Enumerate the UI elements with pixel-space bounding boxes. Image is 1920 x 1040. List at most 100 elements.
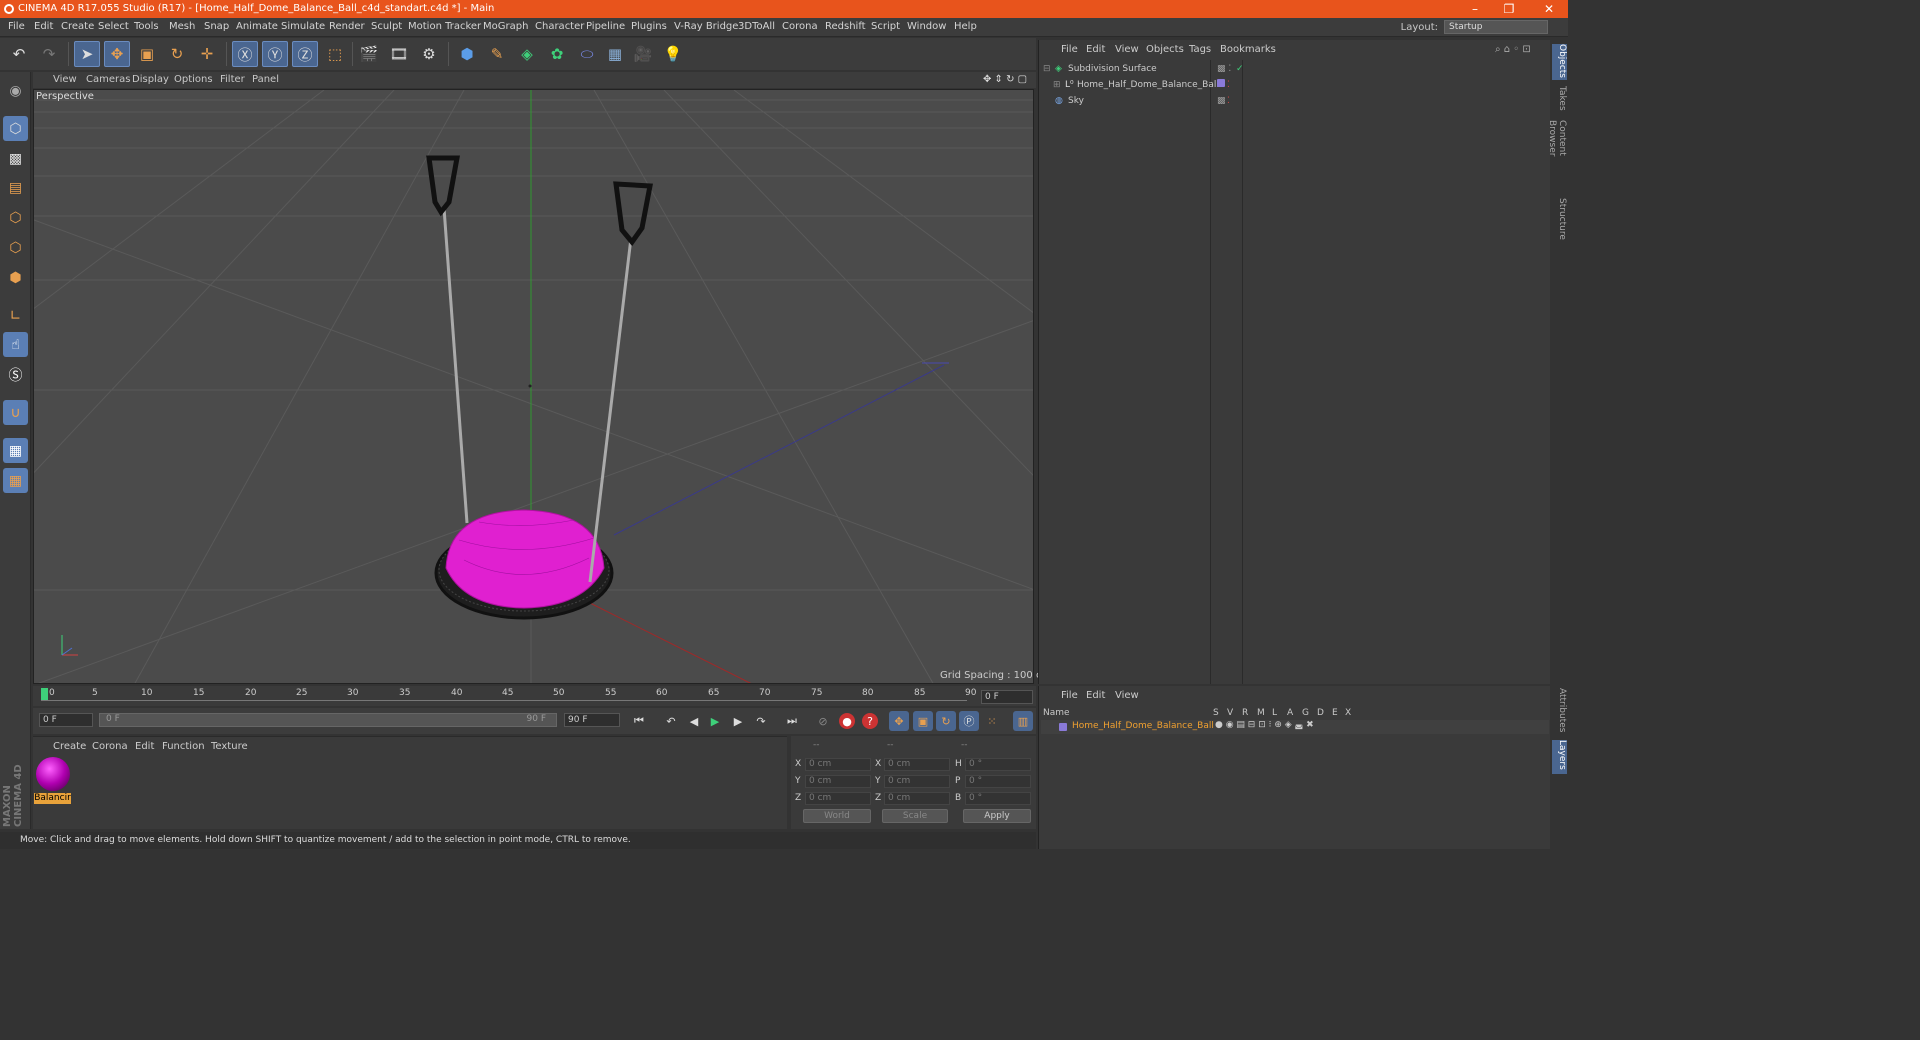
model-mode-icon[interactable]: ⬡ <box>3 116 28 141</box>
viewport-menu-display[interactable]: Display <box>132 74 169 85</box>
go-to-start-icon[interactable]: ⏮ <box>629 711 649 731</box>
select-arrow-icon[interactable]: ➤ <box>74 41 100 67</box>
viewport-menu-options[interactable]: Options <box>174 74 213 85</box>
expand-icon[interactable]: ⊞ <box>1053 77 1061 93</box>
collapse-icon[interactable]: ⊟ <box>1043 61 1051 77</box>
menu-mesh[interactable]: Mesh <box>169 21 195 32</box>
go-to-end-icon[interactable]: ⏭ <box>782 711 802 731</box>
apply-button[interactable]: Apply <box>963 809 1031 823</box>
menu-script[interactable]: Script <box>871 21 900 32</box>
next-frame-icon[interactable]: ▶ <box>728 711 748 731</box>
menu-simulate[interactable]: Simulate <box>281 21 325 32</box>
layout-select[interactable]: Startup <box>1444 20 1548 34</box>
viewport-menu-cameras[interactable]: Cameras <box>86 74 130 85</box>
material-name[interactable]: Balancir <box>34 793 71 804</box>
menu-select[interactable]: Select <box>98 21 129 32</box>
tab-takes[interactable]: Takes <box>1552 86 1567 114</box>
viewport-menu-filter[interactable]: Filter <box>220 74 245 85</box>
key-scale-icon[interactable]: ▣ <box>913 711 933 731</box>
snap-icon[interactable]: Ⓢ <box>3 362 28 387</box>
pen-spline-icon[interactable]: ✎ <box>484 41 510 67</box>
menu-tools[interactable]: Tools <box>134 21 159 32</box>
coordinate-space-select[interactable]: World <box>803 809 871 823</box>
menu-motion-tracker[interactable]: Motion Tracker <box>408 21 481 32</box>
render-picture-viewer-icon[interactable]: 🎞 <box>386 41 412 67</box>
object-menu-objects[interactable]: Objects <box>1146 44 1184 55</box>
rotation-h-field[interactable]: 0 ° <box>965 758 1031 771</box>
viewport-nav-icon[interactable]: ✥ ⇕ ↻ ▢ <box>983 74 1027 85</box>
motion-record-icon[interactable]: ⊘ <box>813 711 833 731</box>
move-icon[interactable]: ✥ <box>104 41 130 67</box>
planar-workplane-icon[interactable]: ▦ <box>3 468 28 493</box>
material-menu-texture[interactable]: Texture <box>211 741 248 752</box>
object-row[interactable]: ⊞ L⁰ Home_Half_Dome_Balance_Ball ⁚ <box>1041 77 1541 93</box>
layer-row[interactable]: Home_Half_Dome_Balance_Ball ● ◉ ▤ ⊟ ⊡ ⁝ … <box>1041 720 1549 734</box>
size-z-field[interactable]: 0 cm <box>884 792 950 805</box>
prev-key-icon[interactable]: ↶ <box>661 711 681 731</box>
make-editable-icon[interactable]: ◉ <box>3 78 28 103</box>
rotation-b-field[interactable]: 0 ° <box>965 792 1031 805</box>
tab-attributes[interactable]: Attributes <box>1552 688 1567 736</box>
edges-mode-icon[interactable]: ⬡ <box>3 235 28 260</box>
redo-icon[interactable]: ↷ <box>36 41 62 67</box>
playhead[interactable] <box>41 688 48 700</box>
start-frame-field[interactable]: 0 F <box>39 713 93 727</box>
menu-3dtoall[interactable]: 3DToAll <box>738 21 775 32</box>
cube-icon[interactable]: ⬢ <box>454 41 480 67</box>
key-pla-icon[interactable]: ⁙ <box>982 711 1002 731</box>
visibility-dots-icon[interactable]: ⁚ <box>1227 93 1230 109</box>
material-menu-edit[interactable]: Edit <box>135 741 154 752</box>
magnet-icon[interactable]: ∪ <box>3 400 28 425</box>
material-menu-corona[interactable]: Corona <box>92 741 128 752</box>
y-axis-icon[interactable]: Ⓨ <box>262 41 288 67</box>
subdivision-icon[interactable]: ◈ <box>514 41 540 67</box>
layer-flags-icon[interactable]: ● ◉ ▤ ⊟ ⊡ ⁝ ⊕ ◈ ◛ ✖ <box>1215 720 1314 730</box>
render-view-icon[interactable]: 🎬 <box>356 41 382 67</box>
scale-icon[interactable]: ▣ <box>134 41 160 67</box>
rotate-icon[interactable]: ↻ <box>164 41 190 67</box>
enabled-check-icon[interactable]: ✓ <box>1236 61 1244 77</box>
restore-button[interactable]: ❐ <box>1492 0 1526 18</box>
viewport-menu-view[interactable]: View <box>53 74 77 85</box>
undo-icon[interactable]: ↶ <box>6 41 32 67</box>
viewport-menu-panel[interactable]: Panel <box>252 74 279 85</box>
tab-objects[interactable]: Objects <box>1552 44 1567 80</box>
end-frame-field[interactable]: 90 F <box>564 713 620 727</box>
play-icon[interactable]: ▶ <box>705 711 725 731</box>
timeline-window-icon[interactable]: ▥ <box>1013 711 1033 731</box>
size-y-field[interactable]: 0 cm <box>884 775 950 788</box>
menu-redshift[interactable]: Redshift <box>825 21 866 32</box>
position-z-field[interactable]: 0 cm <box>805 792 871 805</box>
next-key-icon[interactable]: ↷ <box>751 711 771 731</box>
record-keys-icon[interactable]: ● <box>839 713 855 729</box>
x-axis-icon[interactable]: Ⓧ <box>232 41 258 67</box>
menu-help[interactable]: Help <box>954 21 977 32</box>
close-button[interactable]: ✕ <box>1532 0 1566 18</box>
timeline-ruler[interactable]: 0 5 10 15 20 25 30 35 40 45 50 55 60 65 … <box>33 686 1036 706</box>
tab-layers[interactable]: Layers <box>1552 740 1567 774</box>
viewport-perspective[interactable] <box>33 89 1034 684</box>
menu-edit[interactable]: Edit <box>34 21 53 32</box>
tab-structure[interactable]: Structure <box>1552 198 1567 242</box>
layer-menu-edit[interactable]: Edit <box>1086 690 1105 701</box>
visibility-dots-icon[interactable]: ⁚ <box>1227 77 1230 93</box>
object-menu-bookmarks[interactable]: Bookmarks <box>1220 44 1276 55</box>
mograph-cloner-icon[interactable]: ✿ <box>544 41 570 67</box>
menu-corona[interactable]: Corona <box>782 21 818 32</box>
visibility-toggle-icon[interactable]: ▩ ⁚ <box>1217 61 1231 77</box>
object-name[interactable]: Subdivision Surface <box>1068 61 1157 77</box>
material-menu-create[interactable]: Create <box>53 741 86 752</box>
polygons-mode-icon[interactable]: ⬢ <box>3 265 28 290</box>
live-select-icon[interactable]: ✛ <box>194 41 220 67</box>
floor-icon[interactable]: ▦ <box>602 41 628 67</box>
render-settings-icon[interactable]: ⚙ <box>416 41 442 67</box>
menu-pipeline[interactable]: Pipeline <box>586 21 625 32</box>
coordinate-system-icon[interactable]: ⬚ <box>322 41 348 67</box>
menu-animate[interactable]: Animate <box>236 21 278 32</box>
key-rotation-icon[interactable]: ↻ <box>936 711 956 731</box>
axis-mode-icon[interactable]: ∟ <box>3 303 28 328</box>
points-mode-icon[interactable]: ⬡ <box>3 205 28 230</box>
menu-window[interactable]: Window <box>907 21 946 32</box>
material-menu-function[interactable]: Function <box>162 741 205 752</box>
position-x-field[interactable]: 0 cm <box>805 758 871 771</box>
